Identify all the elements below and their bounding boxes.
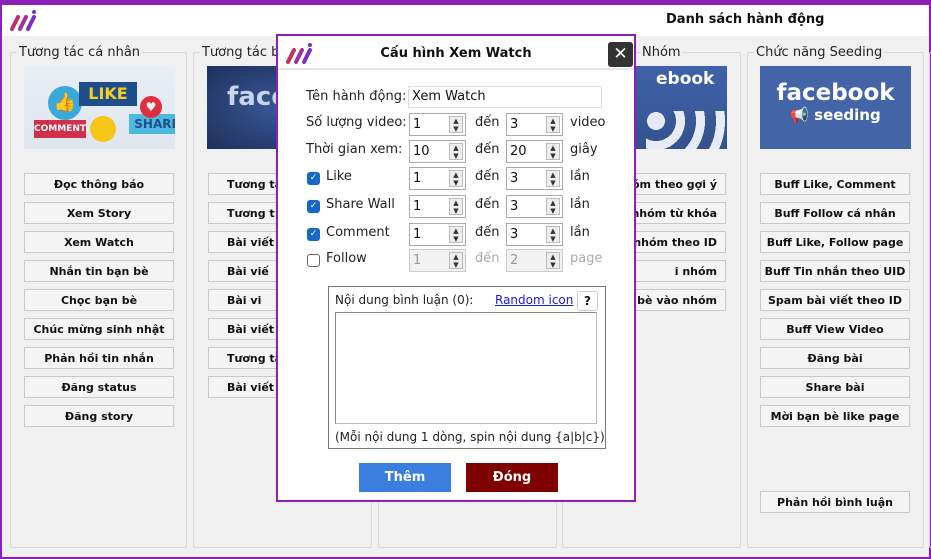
spin-arrows-icon[interactable]: ▲ ▼ <box>449 198 463 215</box>
reply-comment-button[interactable]: Phản hồi bình luận <box>760 491 910 513</box>
action-button[interactable]: Buff Like, Follow page <box>760 231 910 253</box>
action-button[interactable]: Đọc thông báo <box>24 173 174 195</box>
row-label: Like <box>326 169 352 184</box>
comment-textarea[interactable] <box>335 312 597 424</box>
to-label: đến <box>475 115 500 130</box>
row-label: Thời gian xem: <box>306 142 403 157</box>
comment-box: Nội dung bình luận (0): Random icon ? (M… <box>328 286 606 449</box>
spin-arrows-icon[interactable]: ▲ ▼ <box>546 252 560 269</box>
to-label: đến <box>475 251 500 266</box>
action-button[interactable]: Xem Watch <box>24 231 174 253</box>
spin-arrows-icon[interactable]: ▲ ▼ <box>449 143 463 160</box>
unit-label: lần <box>570 225 590 240</box>
unit-label: lần <box>570 197 590 212</box>
action-button[interactable]: Share bài <box>760 376 910 398</box>
action-name-input[interactable]: Xem Watch <box>408 86 602 108</box>
checkbox-checked[interactable]: ✓ <box>307 228 320 241</box>
action-button[interactable]: Đăng status <box>24 376 174 398</box>
to-stepper[interactable]: 3 ▲ ▼ <box>506 113 563 136</box>
action-button[interactable]: Đăng bài <box>760 347 910 369</box>
to-stepper[interactable]: 2 ▲ ▼ <box>506 249 563 272</box>
row-label: Comment <box>326 225 390 240</box>
row-label: Follow <box>326 251 367 266</box>
action-button[interactable]: Buff Follow cá nhân <box>760 202 910 224</box>
dialog-title: Cấu hình Xem Watch <box>380 46 532 61</box>
close-icon[interactable]: ✕ <box>608 42 633 67</box>
comment-hint: (Mỗi nội dung 1 dòng, spin nội dung {a|b… <box>335 430 605 444</box>
spin-arrows-icon[interactable]: ▲ ▼ <box>546 198 560 215</box>
to-stepper[interactable]: 3 ▲ ▼ <box>506 223 563 246</box>
spin-arrows-icon[interactable]: ▲ ▼ <box>449 116 463 133</box>
checkbox-checked[interactable]: ✓ <box>307 200 320 213</box>
help-button[interactable]: ? <box>577 291 598 311</box>
action-button[interactable]: Đăng story <box>24 405 174 427</box>
seeding-image: facebook 📢 seeding <box>760 66 911 149</box>
unit-label: video <box>570 115 606 130</box>
to-label: đến <box>475 197 500 212</box>
action-button[interactable]: Chọc bạn bè <box>24 289 174 311</box>
from-stepper[interactable]: 1 ▲ ▼ <box>409 249 466 272</box>
group-label: Tương tác cá nhân <box>17 45 143 60</box>
group-personal: Tương tác cá nhân 👍 LIKE COMMENT SHARE ♥… <box>10 45 187 548</box>
comment-label: Nội dung bình luận (0): <box>335 293 474 307</box>
from-stepper[interactable]: 1 ▲ ▼ <box>409 113 466 136</box>
action-button[interactable]: Buff View Video <box>760 318 910 340</box>
action-button[interactable]: Spam bài viết theo ID <box>760 289 910 311</box>
to-label: đến <box>475 225 500 240</box>
from-stepper[interactable]: 10 ▲ ▼ <box>409 140 466 163</box>
group-label: Chức năng Seeding <box>754 45 885 60</box>
header: Danh sách hành động <box>2 5 929 36</box>
checkbox-checked[interactable]: ✓ <box>307 172 320 185</box>
dialog-header: Cấu hình Xem Watch ✕ <box>278 36 634 70</box>
app-logo-icon <box>10 10 36 31</box>
action-button[interactable]: Buff Like, Comment <box>760 173 910 195</box>
close-button[interactable]: Đóng <box>466 463 558 492</box>
spin-arrows-icon[interactable]: ▲ ▼ <box>546 226 560 243</box>
action-button[interactable]: Phản hồi tin nhắn <box>24 347 174 369</box>
row-label: Số lượng video: <box>306 115 407 130</box>
from-stepper[interactable]: 1 ▲ ▼ <box>409 195 466 218</box>
row-label: Share Wall <box>326 197 395 212</box>
add-button[interactable]: Thêm <box>359 463 451 492</box>
spin-arrows-icon[interactable]: ▲ ▼ <box>449 170 463 187</box>
from-stepper[interactable]: 1 ▲ ▼ <box>409 167 466 190</box>
app-title: Danh sách hành động <box>666 12 825 27</box>
unit-label: lần <box>570 169 590 184</box>
action-name-label: Tên hành động: <box>306 89 407 104</box>
config-dialog: Cấu hình Xem Watch ✕ Tên hành động: Xem … <box>276 34 636 502</box>
unit-label: giây <box>570 142 598 157</box>
spin-arrows-icon[interactable]: ▲ ▼ <box>546 143 560 160</box>
personal-image: 👍 LIKE COMMENT SHARE ♥ <box>24 66 175 149</box>
action-button[interactable]: Chúc mừng sinh nhật <box>24 318 174 340</box>
to-label: đến <box>475 142 500 157</box>
to-stepper[interactable]: 20 ▲ ▼ <box>506 140 563 163</box>
action-button[interactable]: Buff Tin nhắn theo UID <box>760 260 910 282</box>
to-stepper[interactable]: 3 ▲ ▼ <box>506 195 563 218</box>
to-stepper[interactable]: 3 ▲ ▼ <box>506 167 563 190</box>
spin-arrows-icon[interactable]: ▲ ▼ <box>546 170 560 187</box>
group-label: Nhóm <box>641 45 682 60</box>
action-button[interactable]: Nhắn tin bạn bè <box>24 260 174 282</box>
checkbox-unchecked[interactable] <box>307 254 320 267</box>
spin-arrows-icon[interactable]: ▲ ▼ <box>449 252 463 269</box>
spin-arrows-icon[interactable]: ▲ ▼ <box>449 226 463 243</box>
spin-arrows-icon[interactable]: ▲ ▼ <box>546 116 560 133</box>
random-icon-link[interactable]: Random icon <box>495 293 573 307</box>
action-button[interactable]: Xem Story <box>24 202 174 224</box>
action-button[interactable]: Mời bạn bè like page <box>760 405 910 427</box>
from-stepper[interactable]: 1 ▲ ▼ <box>409 223 466 246</box>
unit-label: page <box>570 251 603 266</box>
group-seeding: Chức năng Seeding facebook 📢 seeding Buf… <box>747 45 924 548</box>
to-label: đến <box>475 169 500 184</box>
